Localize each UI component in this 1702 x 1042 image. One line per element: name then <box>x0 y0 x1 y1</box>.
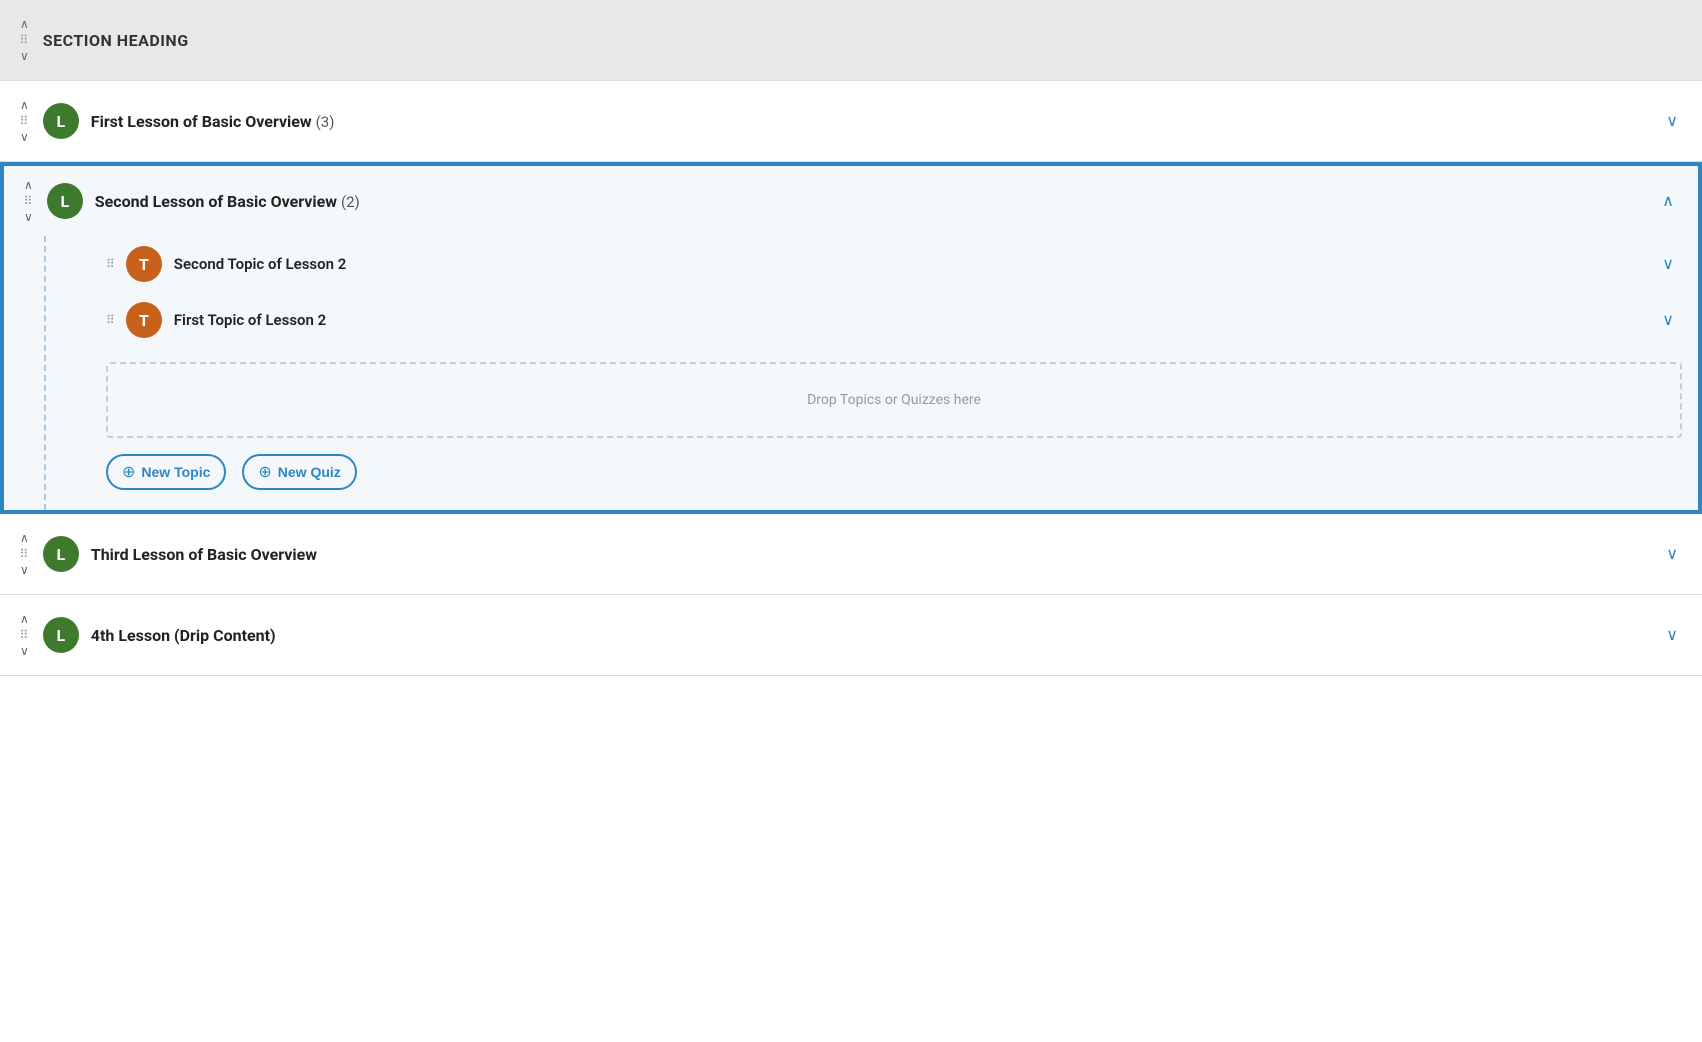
lesson-2-expanded-row: ∧ ⠿ ∨ L Second Lesson of Basic Overview … <box>0 162 1702 514</box>
new-quiz-plus-icon: ⊕ <box>258 462 271 482</box>
topic-2-expand-button[interactable]: ∨ <box>1654 306 1682 334</box>
section-down-button[interactable]: ∨ <box>16 49 33 63</box>
section-heading-row: ∧ ⠿ ∨ SECTION HEADING <box>0 0 1702 81</box>
lesson-3-drag-handle[interactable]: ⠿ <box>20 547 30 561</box>
lesson-1-row: ∧ ⠿ ∨ L First Lesson of Basic Overview (… <box>0 81 1702 162</box>
lesson-2-header: ∧ ⠿ ∨ L Second Lesson of Basic Overview … <box>4 166 1698 236</box>
topic-1-row: ⠿ T Second Topic of Lesson 2 ∨ <box>106 236 1682 292</box>
lesson-1-expand-button[interactable]: ∨ <box>1658 107 1686 135</box>
section-up-button[interactable]: ∧ <box>16 17 33 31</box>
lesson-1-controls: ∧ ⠿ ∨ <box>16 98 33 144</box>
lesson-4-expand-button[interactable]: ∨ <box>1658 621 1686 649</box>
new-quiz-label: New Quiz <box>278 464 341 480</box>
lesson-3-expand-button[interactable]: ∨ <box>1658 540 1686 568</box>
lesson-3-row: ∧ ⠿ ∨ L Third Lesson of Basic Overview ∨ <box>0 514 1702 595</box>
action-buttons: ⊕ New Topic ⊕ New Quiz <box>106 454 1682 490</box>
section-drag-handle[interactable]: ⠿ <box>20 33 30 47</box>
drop-zone-text: Drop Topics or Quizzes here <box>807 392 981 408</box>
topic-1-controls: ⠿ <box>106 257 116 271</box>
lesson-1-avatar: L <box>43 103 79 139</box>
lesson-3-avatar: L <box>43 536 79 572</box>
lesson-4-avatar: L <box>43 617 79 653</box>
lesson-2-controls: ∧ ⠿ ∨ <box>20 178 37 224</box>
topic-1-title: Second Topic of Lesson 2 <box>174 255 347 273</box>
lesson-2-drag-handle[interactable]: ⠿ <box>24 194 34 208</box>
topic-2-drag-handle[interactable]: ⠿ <box>106 313 116 327</box>
new-topic-label: New Topic <box>141 464 210 480</box>
lesson-4-drag-handle[interactable]: ⠿ <box>20 628 30 642</box>
topic-1-drag-handle[interactable]: ⠿ <box>106 257 116 271</box>
lesson-4-up-button[interactable]: ∧ <box>16 612 33 626</box>
topic-2-controls: ⠿ <box>106 313 116 327</box>
lesson-1-title: First Lesson of Basic Overview (3) <box>91 112 335 131</box>
topic-2-row: ⠿ T First Topic of Lesson 2 ∨ <box>106 292 1682 348</box>
lesson-3-up-button[interactable]: ∧ <box>16 531 33 545</box>
new-quiz-button[interactable]: ⊕ New Quiz <box>242 454 356 490</box>
lesson-2-content: ⠿ T Second Topic of Lesson 2 ∨ ⠿ T First… <box>44 236 1698 510</box>
lesson-4-row: ∧ ⠿ ∨ L 4th Lesson (Drip Content) ∨ <box>0 595 1702 676</box>
lesson-3-title: Third Lesson of Basic Overview <box>91 545 317 564</box>
lesson-2-down-button[interactable]: ∨ <box>20 210 37 224</box>
new-topic-button[interactable]: ⊕ New Topic <box>106 454 226 490</box>
lesson-2-up-button[interactable]: ∧ <box>20 178 37 192</box>
lesson-1-drag-handle[interactable]: ⠿ <box>20 114 30 128</box>
section-title: SECTION HEADING <box>43 31 189 50</box>
new-topic-plus-icon: ⊕ <box>122 462 135 482</box>
topic-1-avatar: T <box>126 246 162 282</box>
lesson-2-title: Second Lesson of Basic Overview (2) <box>95 192 360 211</box>
lesson-4-down-button[interactable]: ∨ <box>16 644 33 658</box>
lesson-3-down-button[interactable]: ∨ <box>16 563 33 577</box>
section-controls: ∧ ⠿ ∨ <box>16 17 33 63</box>
lesson-2-avatar: L <box>47 183 83 219</box>
lesson-2-expand-button[interactable]: ∧ <box>1654 187 1682 215</box>
lesson-3-controls: ∧ ⠿ ∨ <box>16 531 33 577</box>
topic-2-title: First Topic of Lesson 2 <box>174 311 326 329</box>
lesson-1-up-button[interactable]: ∧ <box>16 98 33 112</box>
lesson-4-title: 4th Lesson (Drip Content) <box>91 626 276 645</box>
topic-2-avatar: T <box>126 302 162 338</box>
lesson-4-controls: ∧ ⠿ ∨ <box>16 612 33 658</box>
topic-1-expand-button[interactable]: ∨ <box>1654 250 1682 278</box>
drop-zone: Drop Topics or Quizzes here <box>106 362 1682 438</box>
lesson-1-down-button[interactable]: ∨ <box>16 130 33 144</box>
